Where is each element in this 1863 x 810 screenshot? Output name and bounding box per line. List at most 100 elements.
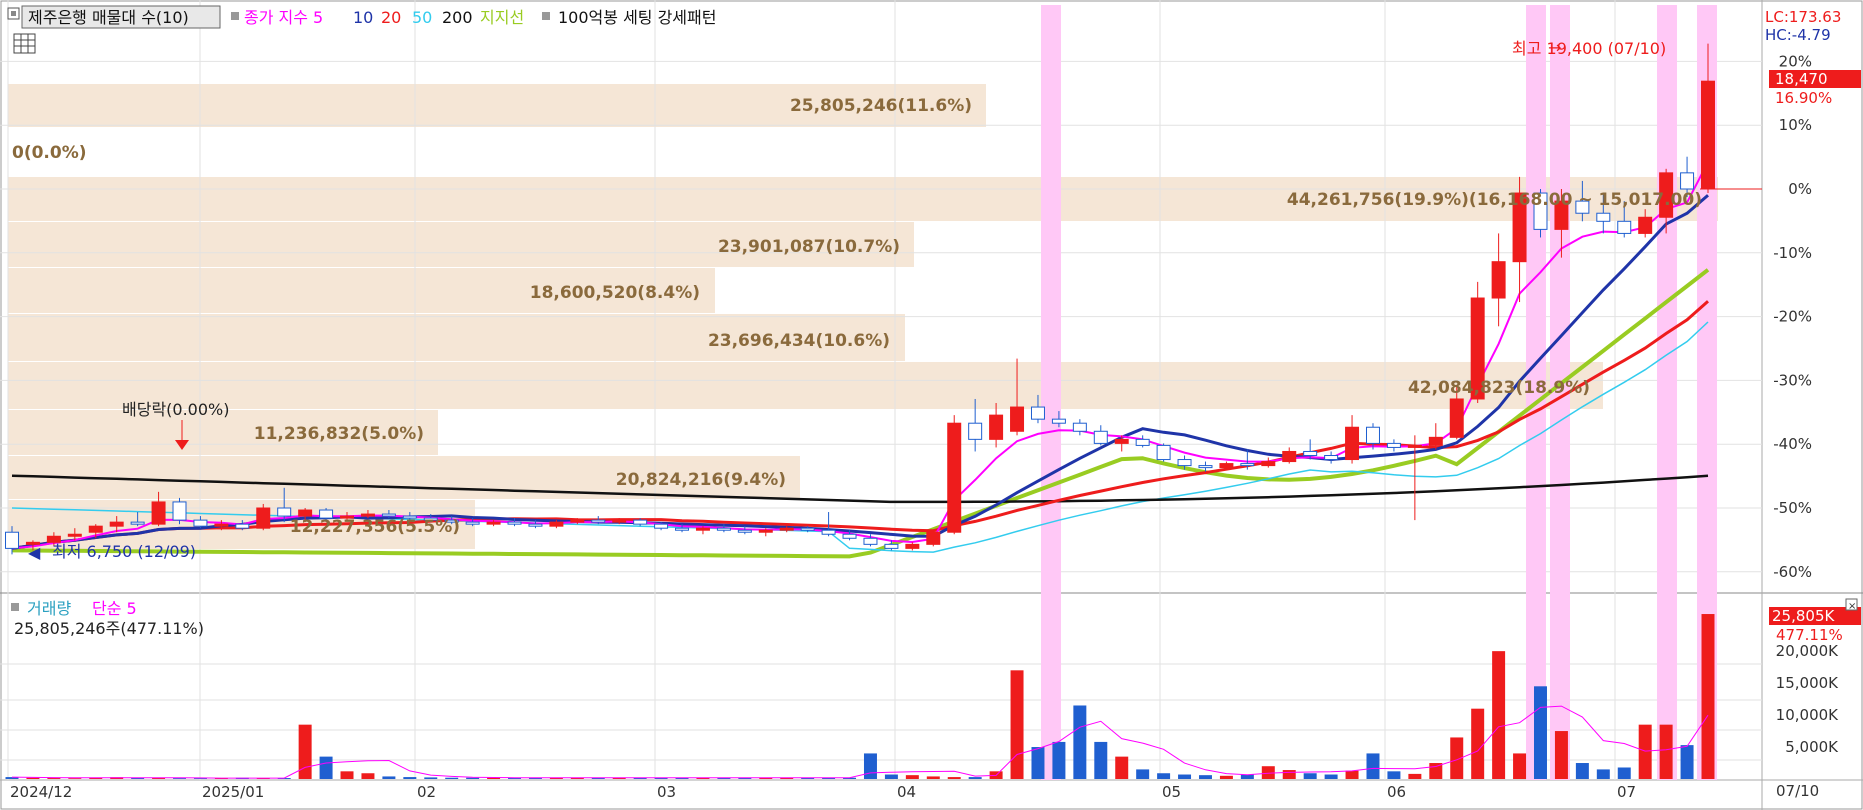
volume-bar	[1492, 651, 1506, 779]
pattern-legend-icon	[542, 12, 550, 20]
time-label: 07	[1617, 783, 1636, 801]
ma-title[interactable]: 종가 지수 5	[244, 8, 323, 27]
volume-bar	[1554, 731, 1568, 779]
panel-close-glyph: ×	[1848, 601, 1856, 612]
volume-bar	[1178, 774, 1192, 779]
candle-body	[1407, 444, 1422, 448]
pattern-label[interactable]: 100억봉 세팅 강세패턴	[558, 8, 716, 27]
pct-tick-label: -50%	[1773, 499, 1812, 517]
volume-bar	[863, 753, 877, 779]
candle-body	[926, 531, 941, 545]
volume-profile-label: 12,227,356(5.5%)	[290, 517, 460, 537]
volume-bar	[403, 777, 417, 779]
volume-profile-label: 25,805,246(11.6%)	[790, 96, 972, 116]
legend-toggle-icon	[11, 11, 16, 16]
candle-body	[360, 513, 375, 517]
candle-body	[968, 422, 983, 440]
candle-body	[800, 527, 815, 531]
time-axis-labels: 2024/12 2025/01 02 03 04 05 06 07	[10, 783, 1636, 801]
candle-body	[1324, 455, 1339, 461]
volume-title[interactable]: 거래량	[27, 599, 71, 618]
candle-body	[277, 507, 292, 517]
candle-body	[88, 525, 103, 533]
dividend-label: 배당락(0.00%)	[122, 400, 229, 419]
volume-bar	[466, 777, 480, 779]
time-label: 03	[657, 783, 676, 801]
candle-body	[1219, 463, 1234, 469]
candle-body	[863, 537, 878, 545]
candle-body	[675, 527, 690, 531]
low-price-label: 최저 6,750 (12/09)	[52, 542, 196, 561]
candle-body	[1114, 438, 1129, 444]
candle-body	[486, 521, 501, 525]
pct-tick-label: -10%	[1773, 244, 1812, 262]
candle-body	[1072, 422, 1087, 432]
volume-bar	[1638, 724, 1652, 779]
volume-bar	[1303, 773, 1317, 779]
candle-body	[235, 523, 250, 529]
volume-bar	[926, 776, 940, 779]
volume-bar	[1073, 705, 1087, 779]
volume-bar	[445, 777, 459, 779]
candle-body	[1701, 80, 1715, 190]
volume-summary: 25,805,246주(477.11%)	[14, 619, 204, 638]
candle-body	[1261, 461, 1276, 467]
candle-body	[5, 531, 19, 549]
volume-legend-icon	[11, 603, 19, 611]
pct-tick-label: -20%	[1773, 308, 1812, 326]
volume-bar	[382, 776, 396, 779]
candle-body	[1030, 406, 1045, 420]
candle-body	[716, 527, 731, 531]
candle-body	[172, 501, 187, 521]
time-label: 06	[1387, 783, 1406, 801]
volume-ma-label[interactable]: 단순 5	[92, 599, 137, 618]
volume-profile-label: 44,261,756(19.9%)(16,168.00 ~ 15,017.00)	[1287, 190, 1702, 210]
candle-body	[612, 519, 627, 523]
candle-body	[193, 519, 208, 527]
ma-50-label[interactable]: 50	[412, 8, 432, 27]
volume-profile-label: 0(0.0%)	[12, 143, 87, 163]
candle-body	[465, 521, 480, 525]
candle-body	[821, 529, 836, 535]
volume-bar	[1596, 769, 1610, 779]
pct-tick-label: 0%	[1788, 180, 1812, 198]
volume-bar	[319, 756, 333, 779]
indicator-label: 제주은행 매물대 수(10)	[28, 8, 189, 27]
table-icon[interactable]	[13, 33, 36, 54]
candle-body	[654, 523, 669, 529]
pct-tick-label: -30%	[1773, 371, 1812, 389]
candle-body	[905, 543, 920, 549]
volume-bar	[884, 774, 898, 779]
pct-tick-label: 20%	[1779, 52, 1812, 70]
pct-tick-label: -60%	[1773, 563, 1812, 581]
volume-bar	[47, 778, 61, 779]
candle-body	[1051, 418, 1066, 424]
candle-body	[591, 519, 606, 523]
volume-bar	[298, 724, 312, 779]
ma-10-label[interactable]: 10	[353, 8, 373, 27]
volume-bar	[947, 777, 961, 779]
candle-body	[1491, 261, 1506, 299]
volume-bar	[1513, 753, 1527, 779]
volume-profile-label: 42,084,823(18.9%)	[1408, 378, 1590, 398]
volume-bar	[1471, 708, 1485, 779]
candle-body	[1386, 442, 1401, 448]
candle-body	[1365, 426, 1380, 444]
support-line-label[interactable]: 지지선	[480, 8, 524, 27]
ma-200-label[interactable]: 200	[442, 8, 473, 27]
candle-body	[130, 521, 145, 525]
candle-body	[842, 533, 857, 539]
stock-chart: 25,805,246(11.6%) 0(0.0%) 44,261,756(19.9%…	[0, 0, 1863, 810]
candle-body	[1093, 430, 1108, 444]
volume-bar	[361, 773, 375, 779]
ma-20-label[interactable]: 20	[381, 8, 401, 27]
candle-body	[1638, 216, 1653, 234]
volume-tick-label: 5,000K	[1785, 738, 1839, 756]
candle-body	[1135, 438, 1150, 446]
candle-body	[1282, 450, 1297, 463]
candle-body	[256, 507, 271, 529]
candle-body	[214, 523, 229, 527]
volume-bar	[1324, 774, 1338, 779]
volume-bar	[1219, 775, 1233, 779]
candle-body	[695, 527, 710, 531]
